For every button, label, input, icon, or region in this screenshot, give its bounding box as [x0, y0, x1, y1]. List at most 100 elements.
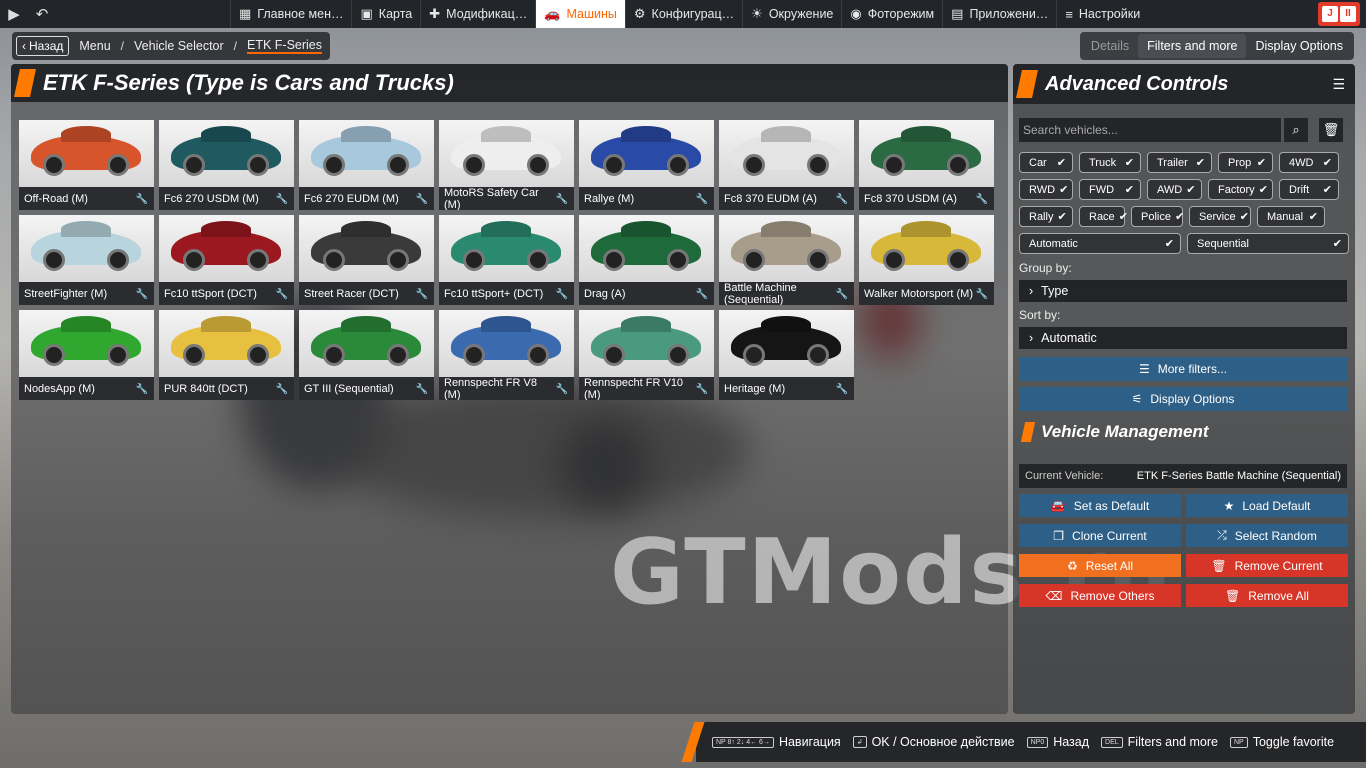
vehicle-tile[interactable]: Rennspecht FR V10 (M) 🔧 — [579, 310, 714, 400]
sliders-icon[interactable]: ☰ — [1332, 76, 1345, 93]
vehicle-tile[interactable]: Fc10 ttSport (DCT) 🔧 — [159, 215, 294, 305]
wrench-icon[interactable]: 🔧 — [416, 384, 428, 395]
filter-chip-sequential[interactable]: Sequential ✔ — [1187, 233, 1349, 254]
sort-by-dropdown[interactable]: › Automatic — [1019, 327, 1347, 349]
filter-chip-prop[interactable]: Prop ✔ — [1218, 152, 1273, 173]
tab-settings[interactable]: ≡ Настройки — [1056, 0, 1148, 28]
chip-label: Police — [1141, 210, 1171, 223]
wrench-icon[interactable]: 🔧 — [976, 289, 988, 300]
tab-environment[interactable]: ☀ Окружение — [742, 0, 841, 28]
tab-details[interactable]: Details — [1082, 34, 1138, 58]
tab-camera[interactable]: ◉ Фоторежим — [841, 0, 942, 28]
tab-filters-and-more[interactable]: Filters and more — [1138, 34, 1247, 58]
filter-chip-factory[interactable]: Factory ✔ — [1208, 179, 1273, 200]
vehicle-tile[interactable]: Street Racer (DCT) 🔧 — [299, 215, 434, 305]
wrench-icon[interactable]: 🔧 — [136, 194, 148, 205]
vehicle-tile[interactable]: Rallye (M) 🔧 — [579, 120, 714, 210]
advanced-controls-header: Advanced Controls ☰ — [1013, 64, 1355, 104]
filter-chip-trailer[interactable]: Trailer ✔ — [1147, 152, 1212, 173]
wrench-icon[interactable]: 🔧 — [136, 384, 148, 395]
tab-apps[interactable]: ▤ Приложени… — [942, 0, 1056, 28]
filter-chip-automatic[interactable]: Automatic ✔ — [1019, 233, 1181, 254]
filter-chip-car[interactable]: Car ✔ — [1019, 152, 1073, 173]
search-icon[interactable]: ⌕ — [1284, 118, 1308, 142]
more-filters-button[interactable]: ☰ More filters... — [1019, 357, 1347, 381]
group-by-dropdown[interactable]: › Type — [1019, 280, 1347, 302]
vehicle-tile[interactable]: Fc6 270 EUDM (M) 🔧 — [299, 120, 434, 210]
wheel-icon — [883, 154, 905, 176]
search-input[interactable] — [1019, 118, 1281, 142]
wrench-icon[interactable]: 🔧 — [696, 289, 708, 300]
vehicle-tile[interactable]: Battle Machine (Sequential) 🔧 — [719, 215, 854, 305]
vehicle-tile[interactable]: PUR 840tt (DCT) 🔧 — [159, 310, 294, 400]
tab-puzzle[interactable]: ✚ Модификац… — [420, 0, 535, 28]
filter-chip-rwd[interactable]: RWD ✔ — [1019, 179, 1073, 200]
load-default-button[interactable]: ★ Load Default — [1186, 494, 1348, 517]
filter-chip-race[interactable]: Race ✔ — [1079, 206, 1128, 227]
vehicle-tile[interactable]: Heritage (M) 🔧 — [719, 310, 854, 400]
wrench-icon[interactable]: 🔧 — [276, 194, 288, 205]
filter-chip-manual[interactable]: Manual ✔ — [1257, 206, 1325, 227]
remove-current-button[interactable]: 🗑 Remove Current — [1186, 554, 1348, 577]
tab-grid[interactable]: ▦ Главное мен… — [230, 0, 351, 28]
clone-current-button[interactable]: ❐ Clone Current — [1019, 524, 1181, 547]
remove-all-button[interactable]: 🗑 Remove All — [1186, 584, 1348, 607]
checkmark-icon: ✔ — [1332, 238, 1342, 250]
filter-chip-drift[interactable]: Drift ✔ — [1279, 179, 1339, 200]
tab-config-car[interactable]: ⚙ Конфигурац… — [624, 0, 742, 28]
remove-others-button[interactable]: ⌫ Remove Others — [1019, 584, 1181, 607]
undo-icon[interactable]: ↶ — [28, 0, 56, 28]
tab-display-options[interactable]: Display Options — [1246, 34, 1352, 58]
breadcrumb-menu[interactable]: Menu — [79, 39, 110, 53]
wrench-icon[interactable]: 🔧 — [556, 194, 568, 205]
wrench-icon[interactable]: 🔧 — [276, 384, 288, 395]
set-default-button[interactable]: 🚘 Set as Default — [1019, 494, 1181, 517]
wrench-icon[interactable]: 🔧 — [276, 289, 288, 300]
filter-chip-police[interactable]: Police ✔ — [1131, 206, 1184, 227]
wrench-icon[interactable]: 🔧 — [696, 194, 708, 205]
select-random-button[interactable]: ⤮ Select Random — [1186, 524, 1348, 547]
vehicle-tile[interactable]: NodesApp (M) 🔧 — [19, 310, 154, 400]
filter-chip-rally[interactable]: Rally ✔ — [1019, 206, 1073, 227]
wrench-icon[interactable]: 🔧 — [416, 289, 428, 300]
vehicle-tile[interactable]: GT III (Sequential) 🔧 — [299, 310, 434, 400]
vehicle-tile[interactable]: Fc8 370 EUDM (A) 🔧 — [719, 120, 854, 210]
vehicle-tile[interactable]: Fc10 ttSport+ (DCT) 🔧 — [439, 215, 574, 305]
breadcrumb-current[interactable]: ETK F-Series — [247, 38, 323, 54]
vehicle-tile[interactable]: Drag (A) 🔧 — [579, 215, 714, 305]
play-icon[interactable]: ▶ — [0, 0, 28, 28]
wrench-icon[interactable]: 🔧 — [556, 384, 568, 395]
tab-car[interactable]: 🚗 Машины — [535, 0, 625, 28]
filter-chip-4wd[interactable]: 4WD ✔ — [1279, 152, 1339, 173]
vehicle-tile[interactable]: StreetFighter (M) 🔧 — [19, 215, 154, 305]
filter-chip-fwd[interactable]: FWD ✔ — [1079, 179, 1141, 200]
filter-chip-awd[interactable]: AWD ✔ — [1147, 179, 1202, 200]
vehicle-tile[interactable]: Fc6 270 USDM (M) 🔧 — [159, 120, 294, 210]
vehicle-tile[interactable]: Fc8 370 USDM (A) 🔧 — [859, 120, 994, 210]
trash-icon: 🗑 — [1211, 558, 1227, 573]
reset-all-button[interactable]: ♻ Reset All — [1019, 554, 1181, 577]
wrench-icon[interactable]: 🔧 — [976, 194, 988, 205]
wrench-icon[interactable]: 🔧 — [836, 194, 848, 205]
vehicle-tile[interactable]: MotoRS Safety Car (M) 🔧 — [439, 120, 574, 210]
vehicle-tile[interactable]: Walker Motorsport (M) 🔧 — [859, 215, 994, 305]
wrench-icon[interactable]: 🔧 — [556, 289, 568, 300]
j-icon: J — [1322, 6, 1338, 22]
tab-map[interactable]: ▣ Карта — [351, 0, 420, 28]
wrench-icon[interactable]: 🔧 — [836, 289, 848, 300]
wrench-icon[interactable]: 🔧 — [416, 194, 428, 205]
chip-label: RWD — [1029, 183, 1056, 196]
breadcrumb-vehicle-selector[interactable]: Vehicle Selector — [134, 39, 224, 53]
wrench-icon[interactable]: 🔧 — [136, 289, 148, 300]
filter-chip-truck[interactable]: Truck ✔ — [1079, 152, 1141, 173]
trash-icon[interactable]: 🗑 — [1319, 118, 1343, 142]
vehicle-tile[interactable]: Rennspecht FR V8 (M) 🔧 — [439, 310, 574, 400]
recording-indicator[interactable]: J II — [1318, 2, 1360, 26]
wrench-icon[interactable]: 🔧 — [836, 384, 848, 395]
wrench-icon[interactable]: 🔧 — [696, 384, 708, 395]
wheel-icon — [247, 249, 269, 271]
back-button[interactable]: ‹ Назад — [16, 36, 70, 56]
display-options-button[interactable]: ⚟ Display Options — [1019, 387, 1347, 411]
filter-chip-service[interactable]: Service ✔ — [1189, 206, 1251, 227]
vehicle-tile[interactable]: Off-Road (M) 🔧 — [19, 120, 154, 210]
